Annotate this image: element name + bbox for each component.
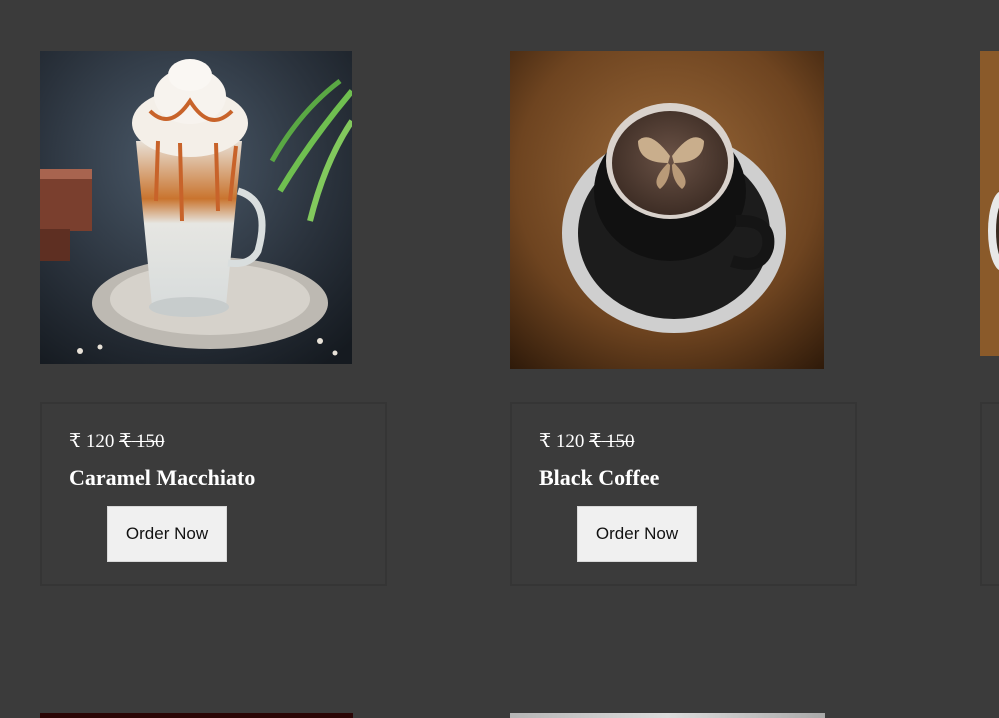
currency-symbol: ₹ [539,431,552,452]
product-title: Black Coffee [539,465,660,490]
current-price: 120 [555,431,585,452]
original-price: ₹ 150 [589,431,634,452]
original-price-value: 150 [605,431,635,452]
original-currency: ₹ [589,431,602,452]
black-coffee-image [510,51,824,369]
price-label: ₹ 120 ₹ 150 [539,430,634,453]
product-title: Caramel Macchiato [69,465,256,490]
product-card-info-3 [980,402,999,586]
caramel-macchiato-image [40,51,352,364]
coffee-image-3 [980,51,999,356]
price-label: ₹ 120 ₹ 150 [69,430,164,453]
order-now-button[interactable]: Order Now [577,506,697,562]
product-grid: ₹ 120 ₹ 150 Caramel Macchiato Order Now … [0,0,999,718]
product-card-info-1: ₹ 120 ₹ 150 Caramel Macchiato Order Now [40,402,387,586]
original-price: ₹ 150 [119,431,164,452]
order-now-button[interactable]: Order Now [107,506,227,562]
current-price: 120 [85,431,115,452]
coffee-image-4 [40,713,353,718]
coffee-image-5 [510,713,825,718]
currency-symbol: ₹ [69,431,82,452]
product-card-info-2: ₹ 120 ₹ 150 Black Coffee Order Now [510,402,857,586]
original-price-value: 150 [135,431,165,452]
original-currency: ₹ [119,431,132,452]
